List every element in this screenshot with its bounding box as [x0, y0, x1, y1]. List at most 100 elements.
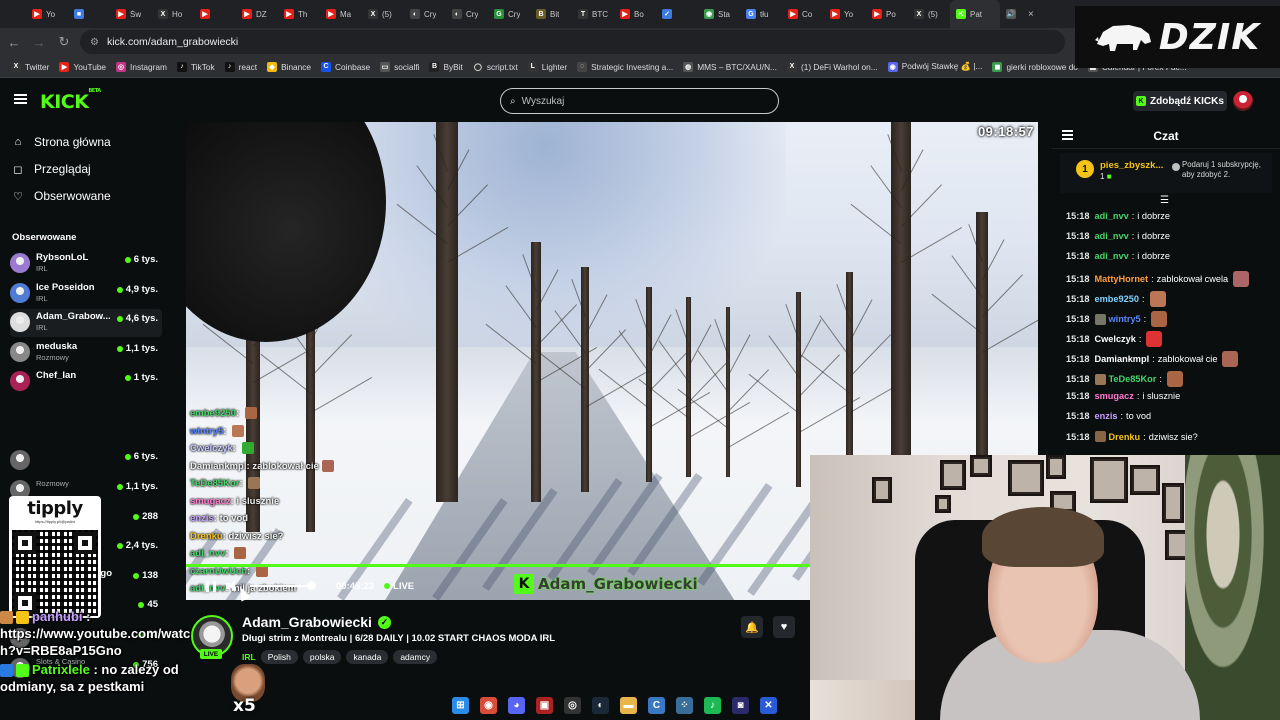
- followed-channel[interactable]: 6 tys.: [10, 447, 162, 475]
- chat-username[interactable]: TeDe85Kor: [1109, 374, 1157, 384]
- forward-icon[interactable]: →: [28, 31, 50, 53]
- stream-tag[interactable]: adamcy: [393, 650, 438, 664]
- bookmark-item[interactable]: B ByBit: [424, 61, 467, 72]
- browser-tab[interactable]: ✓: [656, 0, 698, 28]
- chat-username[interactable]: Drenku: [1109, 432, 1141, 442]
- bookmark-item[interactable]: X (1) DeFi Warhol on...: [782, 61, 883, 72]
- browser-tab[interactable]: X Ho: [152, 0, 194, 28]
- chat-username[interactable]: embe9250: [1095, 294, 1139, 304]
- browser-tab[interactable]: ▶ Co: [782, 0, 824, 28]
- discord-icon[interactable]: ◕: [508, 696, 525, 714]
- bookmark-item[interactable]: ◍ MMS – BTC/XAU/N...: [678, 61, 782, 72]
- pause-icon[interactable]: [206, 580, 216, 592]
- search-input[interactable]: ⌕ Wyszukaj: [500, 88, 779, 114]
- browser-tab[interactable]: 🔊 ×: [1000, 0, 1042, 28]
- folder-icon[interactable]: ▬: [620, 696, 637, 714]
- steam-icon[interactable]: ◐: [592, 696, 609, 714]
- browser-tab[interactable]: Gtłu: [740, 0, 782, 28]
- bookmark-item[interactable]: ♪ react: [220, 61, 262, 72]
- spotify-icon[interactable]: ♪: [704, 696, 721, 714]
- browser-tab[interactable]: ▶ Po: [866, 0, 908, 28]
- browser-tab[interactable]: ▶ Św: [110, 0, 152, 28]
- bookmark-item[interactable]: X Twitter: [6, 61, 54, 72]
- browser-tab[interactable]: G Cry: [488, 0, 530, 28]
- nav-browse[interactable]: ◻ Przeglądaj: [12, 162, 90, 176]
- app-photo-icon[interactable]: ◙: [732, 696, 749, 714]
- user-avatar[interactable]: [1233, 91, 1253, 111]
- menu-icon[interactable]: [14, 94, 27, 104]
- nav-home[interactable]: ⌂ Strona główna: [12, 135, 111, 149]
- browser-tab[interactable]: ▶: [194, 0, 236, 28]
- stream-tag[interactable]: Polish: [260, 650, 298, 664]
- stream-tag[interactable]: kanada: [346, 650, 389, 664]
- browser-tab[interactable]: ■: [68, 0, 110, 28]
- bookmark-item[interactable]: ◌ Strategic Investing a...: [572, 61, 678, 72]
- browser-tab[interactable]: X (5): [362, 0, 404, 28]
- app-dots-icon[interactable]: ⁘: [676, 696, 693, 714]
- followed-channel[interactable]: RybsonLoL IRL 6 tys.: [10, 250, 162, 278]
- browser-tab[interactable]: K Pat: [950, 0, 1000, 28]
- app-x-icon[interactable]: ✕: [760, 696, 777, 714]
- follow-heart-icon[interactable]: ♥: [773, 616, 795, 638]
- collapse-chat-icon[interactable]: [1062, 130, 1073, 140]
- site-info-icon[interactable]: ⚙: [90, 37, 99, 48]
- bookmark-item[interactable]: ▭ socialfi: [375, 61, 424, 72]
- streamer-name[interactable]: Adam_Grabowiecki: [242, 614, 372, 630]
- browser-tab[interactable]: ▶ Ma: [320, 0, 362, 28]
- followed-channel[interactable]: Ice Poseidon IRL 4,9 tys.: [10, 280, 162, 308]
- browser-tab[interactable]: ▶ Yo: [26, 0, 68, 28]
- gift-leaderboard[interactable]: 1 pies_zbyszk... 1 ■ Podaruj 1 subskrypc…: [1060, 153, 1272, 193]
- stream-tag[interactable]: polska: [302, 650, 342, 664]
- chat-username[interactable]: smugacz: [1095, 391, 1134, 401]
- chat-username[interactable]: Cwelczyk: [1095, 334, 1136, 344]
- ccleaner-icon[interactable]: C: [648, 696, 665, 714]
- bookmark-item[interactable]: ◼ gierki robloxowe do: [987, 61, 1082, 72]
- chat-username[interactable]: wintry5: [1109, 314, 1141, 324]
- bookmark-item[interactable]: ◆ Binance: [262, 61, 316, 72]
- obs-icon[interactable]: ◎: [564, 696, 581, 714]
- chat-username[interactable]: enzis: [1095, 411, 1118, 421]
- chat-username[interactable]: adi_nvv: [1095, 231, 1129, 241]
- chat-username[interactable]: MattyHornet: [1095, 274, 1149, 284]
- followed-channel[interactable]: Chef_Ian 1 tys.: [10, 368, 162, 396]
- browser-tab[interactable]: ▶ Bo: [614, 0, 656, 28]
- chat-username[interactable]: adi_nvv: [1095, 251, 1129, 261]
- browser-tab[interactable]: ▶ DZ: [236, 0, 278, 28]
- bookmark-item[interactable]: ◎ Instagram: [111, 61, 172, 72]
- address-bar[interactable]: ⚙ kick.com/adam_grabowiecki: [80, 30, 1065, 54]
- browser-tab[interactable]: T BTC: [572, 0, 614, 28]
- browser-tab[interactable]: ▶ Th: [278, 0, 320, 28]
- category-link[interactable]: IRL: [242, 650, 256, 664]
- browser-tab[interactable]: ▶ Yo: [824, 0, 866, 28]
- bookmark-item[interactable]: C Coinbase: [316, 61, 375, 72]
- video-progress-bar[interactable]: [186, 564, 810, 567]
- bookmark-item[interactable]: L Lighter: [523, 61, 572, 72]
- volume-slider[interactable]: [250, 581, 316, 590]
- notification-bell-icon[interactable]: 🔔: [741, 616, 763, 638]
- scroll-more-icon[interactable]: ☰: [1160, 195, 1169, 206]
- browser-tab[interactable]: ◉ Sta: [698, 0, 740, 28]
- back-icon[interactable]: ←: [3, 31, 25, 53]
- get-kicks-button[interactable]: K Zdobądź KICKs: [1133, 91, 1227, 111]
- browser-tab[interactable]: B Bit: [530, 0, 572, 28]
- windows-icon[interactable]: ⊞: [452, 696, 469, 714]
- browser-tab[interactable]: ◐ Cry: [446, 0, 488, 28]
- followed-channel[interactable]: meduska Rozmowy 1,1 tys.: [10, 339, 162, 367]
- browser-tab[interactable]: ◐ Cry: [404, 0, 446, 28]
- kick-logo[interactable]: KICKBETA: [40, 88, 101, 113]
- reload-icon[interactable]: ↻: [53, 31, 75, 53]
- followed-channel[interactable]: Adam_Grabow... IRL 4,6 tys.: [10, 309, 162, 337]
- nav-following[interactable]: ♡ Obserwowane: [12, 189, 111, 203]
- live-indicator[interactable]: LIVE: [384, 581, 414, 592]
- bookmark-item[interactable]: ♪ TikTok: [172, 61, 220, 72]
- close-tab-icon[interactable]: ×: [1028, 9, 1034, 20]
- chat-username[interactable]: Damiankmpl: [1095, 354, 1150, 364]
- live-dot-icon: [124, 256, 131, 263]
- app-red-icon[interactable]: ▣: [536, 696, 553, 714]
- bookmark-item[interactable]: ◯ script.txt: [468, 61, 523, 72]
- bookmark-item[interactable]: ◉ Podwój Stawkę 💰 |...: [883, 61, 988, 72]
- bookmark-item[interactable]: ▶ YouTube: [54, 61, 111, 72]
- chat-username[interactable]: adi_nvv: [1095, 211, 1129, 221]
- chrome-icon[interactable]: ◉: [480, 696, 497, 714]
- browser-tab[interactable]: X (5): [908, 0, 950, 28]
